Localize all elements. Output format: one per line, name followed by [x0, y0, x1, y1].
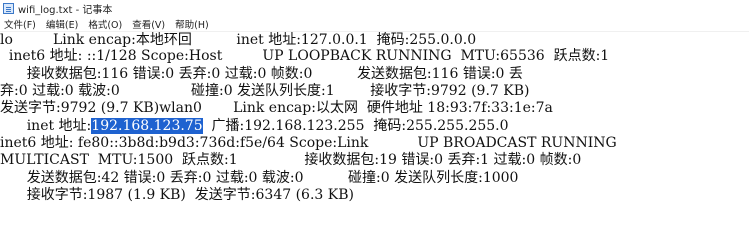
text-line: MULTICAST MTU:1500 跃点数:1 接收数据包:19 错误:0 丢…: [0, 152, 582, 168]
text-line: 接收字节:1987 (1.9 KB) 发送字节:6347 (6.3 KB): [0, 187, 354, 203]
menu-view[interactable]: 查看(V): [128, 17, 171, 31]
window-title: wifi_log.txt - 记事本: [18, 4, 113, 16]
text-line-selected: inet 地址:192.168.123.75 广播:192.168.123.25…: [0, 118, 509, 134]
text-line: 发送数据包:42 错误:0 丢弃:0 过载:0 载波:0 碰撞:0 发送队列长度…: [0, 170, 519, 186]
menu-format[interactable]: 格式(O): [84, 17, 128, 31]
menu-edit[interactable]: 编辑(E): [42, 17, 84, 31]
menu-file[interactable]: 文件(F): [0, 17, 42, 31]
selected-text[interactable]: 192.168.123.75: [91, 118, 203, 134]
text-editor[interactable]: lo Link encap:本地环回 inet 地址:127.0.0.1 掩码:…: [0, 32, 749, 213]
menu-help[interactable]: 帮助(H): [171, 17, 215, 31]
text-line: lo Link encap:本地环回 inet 地址:127.0.0.1 掩码:…: [0, 32, 477, 48]
text-line: 发送字节:9792 (9.7 KB)wlan0 Link encap:以太网 硬…: [0, 100, 553, 116]
text-before-selection: inet 地址:: [0, 118, 92, 134]
text-line: 弃:0 过载:0 载波:0 碰撞:0 发送队列长度:1 接收字节:9792 (9…: [0, 83, 530, 99]
text-after-selection: 广播:192.168.123.255 掩码:255.255.255.0: [202, 118, 509, 134]
text-line: inet6 地址: ::1/128 Scope:Host UP LOOPBACK…: [0, 48, 610, 64]
text-line: inet6 地址: fe80::3b8d:b9d3:736d:f5e/64 Sc…: [0, 135, 617, 151]
notepad-icon: [3, 2, 14, 14]
text-line: 接收数据包:116 错误:0 丢弃:0 过载:0 帧数:0 发送数据包:116 …: [0, 66, 523, 82]
title-bar: wifi_log.txt - 记事本: [0, 0, 749, 16]
menu-bar: 文件(F) 编辑(E) 格式(O) 查看(V) 帮助(H): [0, 16, 749, 32]
